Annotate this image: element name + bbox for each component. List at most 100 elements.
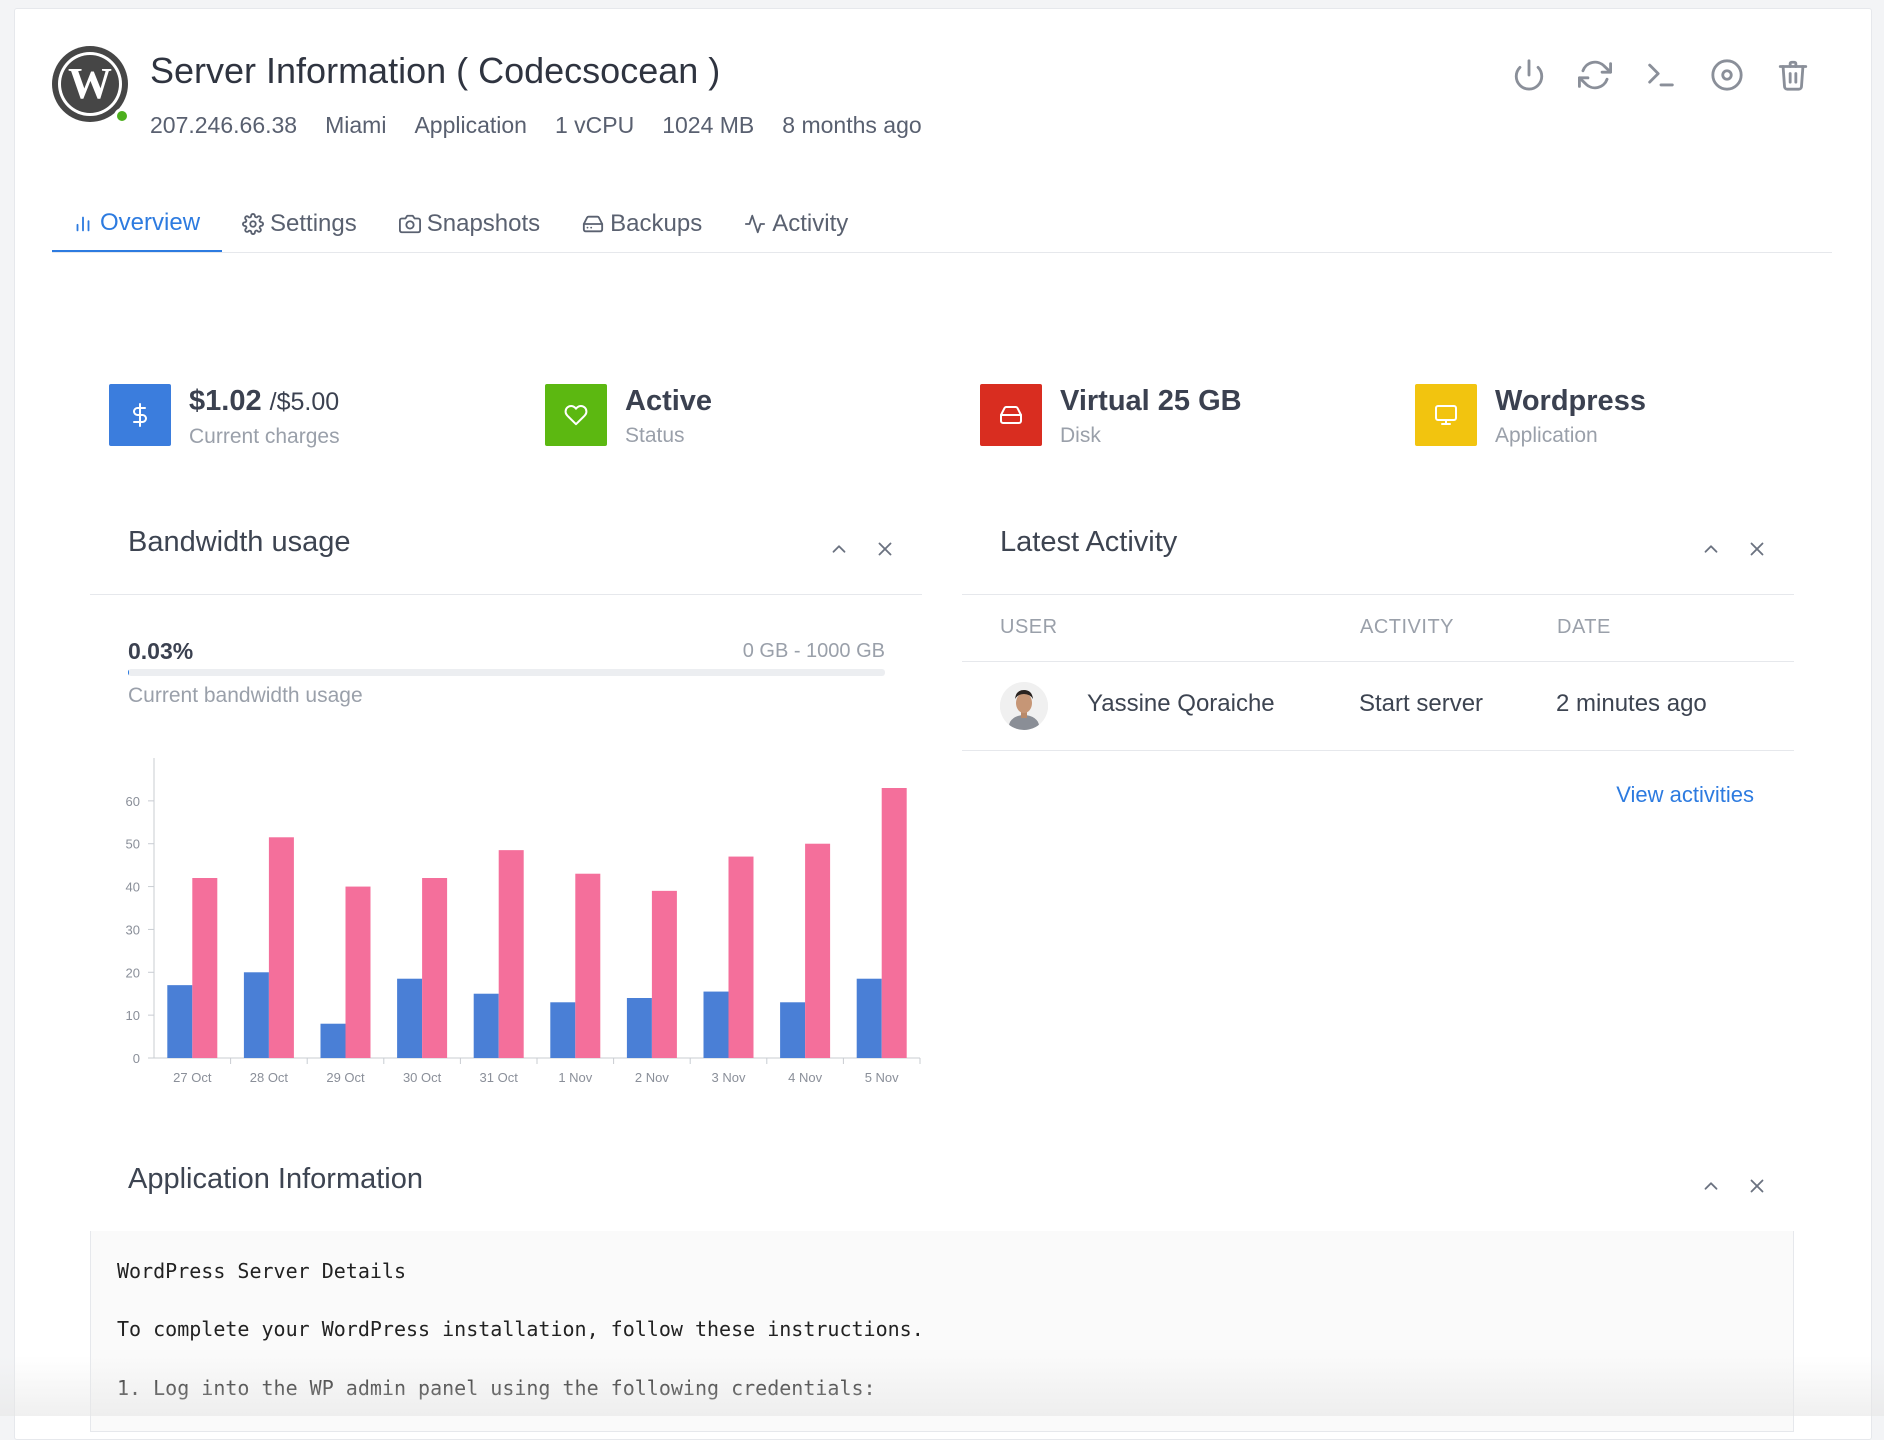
chevron-up-icon: [828, 538, 850, 560]
tab-activity[interactable]: Activity: [724, 196, 870, 251]
bar: [652, 891, 677, 1058]
tab-settings[interactable]: Settings: [222, 196, 379, 251]
server-age: 8 months ago: [782, 112, 921, 139]
server-memory: 1024 MB: [662, 112, 754, 139]
table-divider: [962, 750, 1794, 751]
stat-application: Wordpress Application: [1415, 384, 1646, 448]
stat-icon-box: [1415, 384, 1477, 446]
bar: [550, 1002, 575, 1058]
hard-drive-icon: [582, 213, 604, 235]
y-tick-label: 10: [126, 1008, 140, 1023]
terminal-icon: [1644, 58, 1678, 92]
bar: [397, 979, 422, 1058]
collapse-button[interactable]: [1700, 538, 1722, 560]
x-tick-label: 4 Nov: [788, 1070, 822, 1085]
server-type: Application: [414, 112, 527, 139]
bar: [499, 850, 524, 1058]
delete-button[interactable]: [1774, 56, 1812, 94]
monitor-icon: [1434, 403, 1458, 427]
tab-snapshots[interactable]: Snapshots: [379, 196, 562, 251]
disc-button[interactable]: [1708, 56, 1746, 94]
stat-status: Active Status: [545, 384, 712, 448]
stat-label: Status: [625, 424, 712, 448]
bandwidth-chart: 0 10 20 30 40 50 60 27 Oct 28 Oct 29 Oct 30 Oct 31 …: [100, 748, 930, 1096]
dollar-icon: [128, 403, 152, 427]
app-info-content: WordPress Server Details To complete you…: [90, 1231, 1794, 1432]
heart-icon: [564, 403, 588, 427]
restart-button[interactable]: [1576, 56, 1614, 94]
console-button[interactable]: [1642, 56, 1680, 94]
activity-panel-header: Latest Activity: [962, 498, 1794, 595]
tab-overview[interactable]: Overview: [52, 196, 222, 252]
server-cpu: 1 vCPU: [555, 112, 634, 139]
online-status-dot: [114, 108, 130, 124]
refresh-icon: [1578, 58, 1612, 92]
column-header-date: DATE: [1557, 616, 1611, 639]
chevron-up-icon: [1700, 538, 1722, 560]
close-button[interactable]: [874, 538, 896, 560]
y-tick-label: 50: [126, 837, 140, 852]
server-location: Miami: [325, 112, 386, 139]
tab-bar: Overview Settings Snapshots Backups Acti…: [52, 196, 1832, 253]
bar-chart-icon: [72, 212, 94, 234]
x-tick-label: 30 Oct: [403, 1070, 442, 1085]
stat-icon-box: [980, 384, 1042, 446]
y-tick-label: 30: [126, 922, 140, 937]
bar: [729, 857, 754, 1058]
server-meta: 207.246.66.38 Miami Application 1 vCPU 1…: [150, 112, 922, 139]
bar: [269, 837, 294, 1058]
y-tick-label: 20: [126, 965, 140, 980]
bar: [857, 979, 882, 1058]
x-tick-label: 27 Oct: [173, 1070, 212, 1085]
avatar: [1000, 682, 1048, 730]
bar: [321, 1024, 346, 1058]
stat-disk: Virtual 25 GB Disk: [980, 384, 1242, 448]
view-activities-link[interactable]: View activities: [1616, 782, 1754, 808]
bandwidth-panel-header: Bandwidth usage: [90, 498, 922, 595]
y-tick-label: 0: [133, 1051, 140, 1066]
disc-icon: [1710, 58, 1744, 92]
bar: [244, 972, 269, 1058]
bar: [192, 878, 217, 1058]
bandwidth-percent: 0.03%: [128, 638, 193, 665]
column-header-user: USER: [1000, 616, 1058, 639]
status-value: Active: [625, 384, 712, 418]
tab-backups[interactable]: Backups: [562, 196, 724, 251]
activity-date: 2 minutes ago: [1556, 690, 1707, 718]
bar: [422, 878, 447, 1058]
x-tick-label: 31 Oct: [480, 1070, 519, 1085]
bar: [346, 887, 371, 1058]
page-title: Server Information ( Codecsocean ): [150, 50, 720, 92]
bar: [780, 1002, 805, 1058]
bandwidth-label: Current bandwidth usage: [128, 684, 363, 708]
application-value: Wordpress: [1495, 384, 1646, 418]
collapse-button[interactable]: [1700, 1175, 1722, 1197]
x-tick-label: 2 Nov: [635, 1070, 669, 1085]
bar: [575, 874, 600, 1058]
x-tick-label: 29 Oct: [326, 1070, 365, 1085]
bar: [704, 992, 729, 1058]
panel-title: Application Information: [128, 1163, 423, 1196]
panel-title: Latest Activity: [1000, 526, 1177, 559]
x-tick-label: 28 Oct: [250, 1070, 289, 1085]
close-icon: [1746, 538, 1768, 560]
x-tick-label: 3 Nov: [712, 1070, 746, 1085]
column-header-activity: ACTIVITY: [1360, 616, 1454, 639]
server-ip: 207.246.66.38: [150, 112, 297, 139]
activity-icon: [744, 213, 766, 235]
charges-limit: /$5.00: [270, 388, 340, 416]
close-button[interactable]: [1746, 538, 1768, 560]
y-tick-label: 60: [126, 794, 140, 809]
tab-label: Activity: [772, 210, 848, 238]
close-button[interactable]: [1746, 1175, 1768, 1197]
stat-icon-box: [545, 384, 607, 446]
chevron-up-icon: [1700, 1175, 1722, 1197]
charges-value: $1.02: [189, 385, 262, 417]
stat-label: Disk: [1060, 424, 1242, 448]
y-tick-label: 40: [126, 880, 140, 895]
power-button[interactable]: [1510, 56, 1548, 94]
server-actions: [1510, 56, 1812, 94]
table-divider: [962, 661, 1794, 662]
collapse-button[interactable]: [828, 538, 850, 560]
close-icon: [1746, 1175, 1768, 1197]
